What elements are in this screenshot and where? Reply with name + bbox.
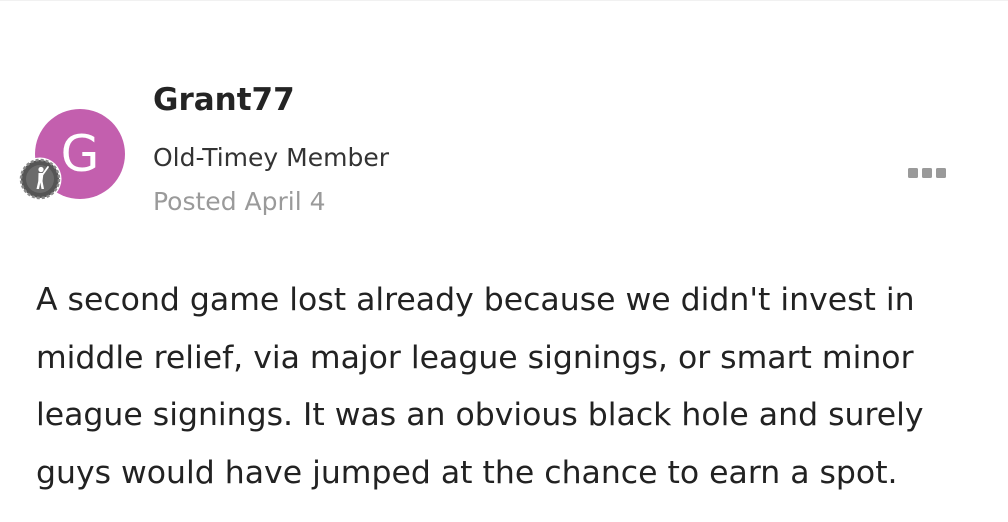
rank-badge-icon [18, 157, 62, 201]
username[interactable]: Grant77 [153, 80, 295, 120]
more-options-icon [908, 168, 946, 178]
more-options-button[interactable] [898, 156, 956, 190]
divider [0, 0, 1008, 1]
posted-date[interactable]: Posted April 4 [153, 185, 326, 219]
member-title: Old-Timey Member [153, 143, 389, 172]
forum-post: G Grant77 Old-Timey Member Posted April … [0, 0, 1008, 522]
post-body: A second game lost already because we di… [36, 282, 924, 491]
